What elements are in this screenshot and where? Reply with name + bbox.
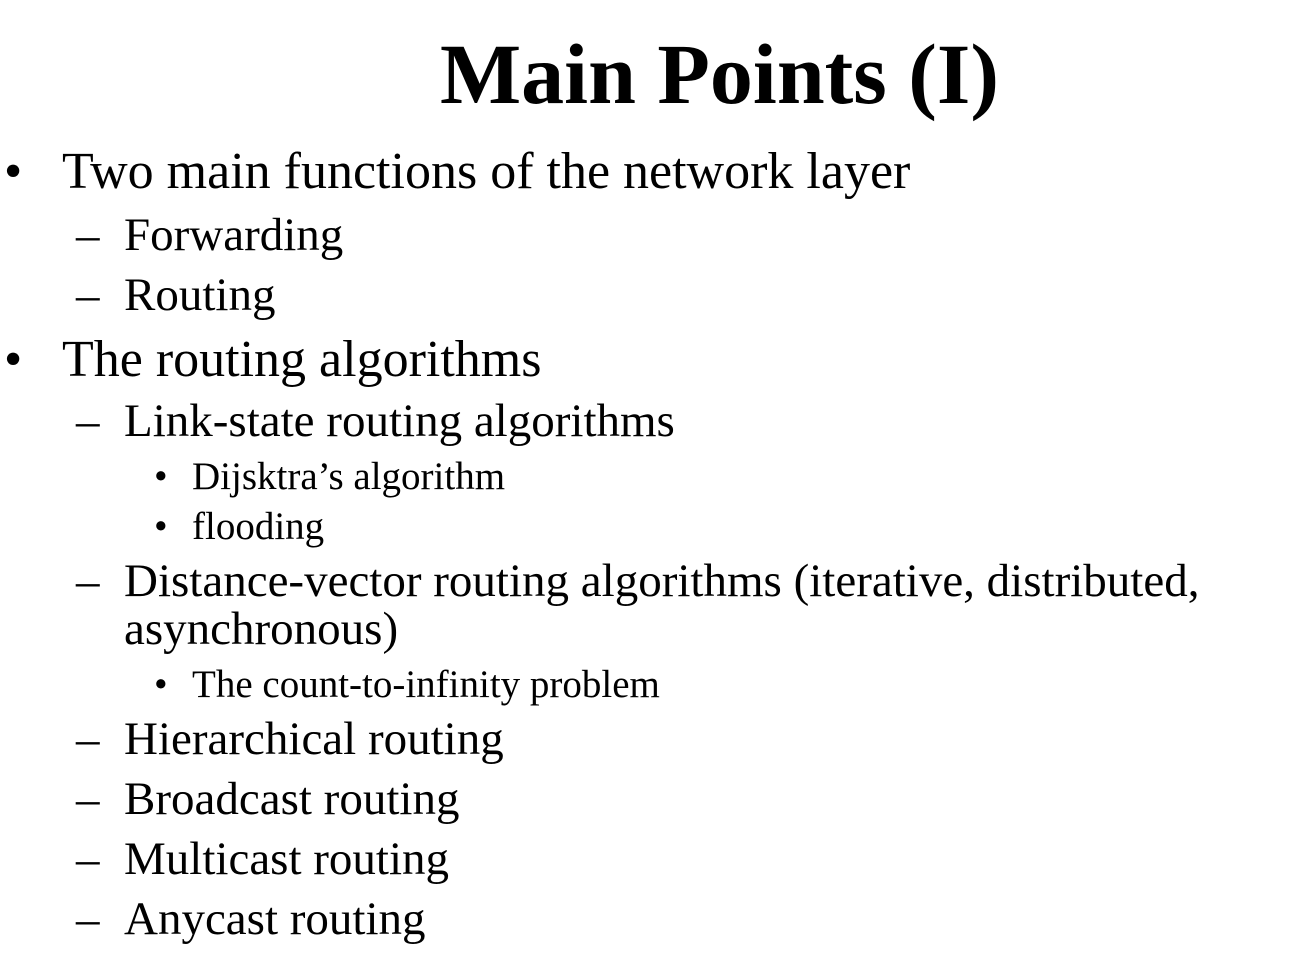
subbullet-marker: • (154, 455, 168, 498)
dash-item-routing: – Routing (76, 270, 476, 320)
dash-text: Routing (124, 269, 276, 321)
dash-marker: – (76, 209, 100, 261)
bullet-text: Two main functions of the network layer (62, 143, 911, 200)
bullet-marker: • (4, 143, 23, 200)
dash-marker: – (76, 773, 100, 825)
dash-text: Link-state routing algorithms (124, 395, 675, 447)
subbullet-marker: • (154, 505, 168, 548)
bullet-marker: • (4, 331, 23, 388)
bullet-text: The routing algorithms (62, 331, 542, 388)
dash-text: Distance-vector routing algorithms (iter… (124, 555, 1200, 607)
subbullet-marker: • (154, 663, 168, 706)
dash-item-anycast: – Anycast routing (76, 894, 676, 944)
subbullet-text: Dijsktra’s algorithm (192, 455, 506, 498)
dash-marker: – (76, 269, 100, 321)
dash-text: Multicast routing (124, 833, 450, 885)
dash-marker: – (76, 713, 100, 765)
subbullet-item-dijsktra: • Dijsktra’s algorithm (154, 454, 654, 500)
dash-item-link-state: – Link-state routing algorithms (76, 396, 776, 446)
slide: Main Points (I) • Two main functions of … (0, 0, 1313, 969)
bullet-item-routing-algorithms: • The routing algorithms (4, 330, 704, 390)
dash-marker: – (76, 395, 100, 447)
dash-text: Forwarding (124, 209, 344, 261)
dash-item-multicast: – Multicast routing (76, 834, 676, 884)
dash-text: Anycast routing (124, 893, 426, 945)
subbullet-item-count-to-infinity: • The count-to-infinity problem (154, 662, 754, 708)
dash-item-hierarchical: – Hierarchical routing (76, 714, 676, 764)
dash-text: asynchronous) (124, 603, 399, 655)
subbullet-item-flooding: • flooding (154, 504, 554, 550)
dash-marker: – (76, 893, 100, 945)
subbullet-text: flooding (192, 505, 325, 548)
dash-item-distance-vector: – Distance-vector routing algorithms (it… (76, 556, 1306, 606)
dash-text: Broadcast routing (124, 773, 460, 825)
dash-marker: – (76, 555, 100, 607)
dash-item-broadcast: – Broadcast routing (76, 774, 676, 824)
dash-text: Hierarchical routing (124, 713, 504, 765)
dash-item-distance-vector-continued: asynchronous) (76, 604, 576, 654)
dash-item-forwarding: – Forwarding (76, 210, 476, 260)
bullet-item-network-layer-functions: • Two main functions of the network laye… (4, 142, 1004, 202)
dash-marker: – (76, 833, 100, 885)
subbullet-text: The count-to-infinity problem (192, 663, 660, 706)
slide-title: Main Points (I) (440, 26, 999, 122)
